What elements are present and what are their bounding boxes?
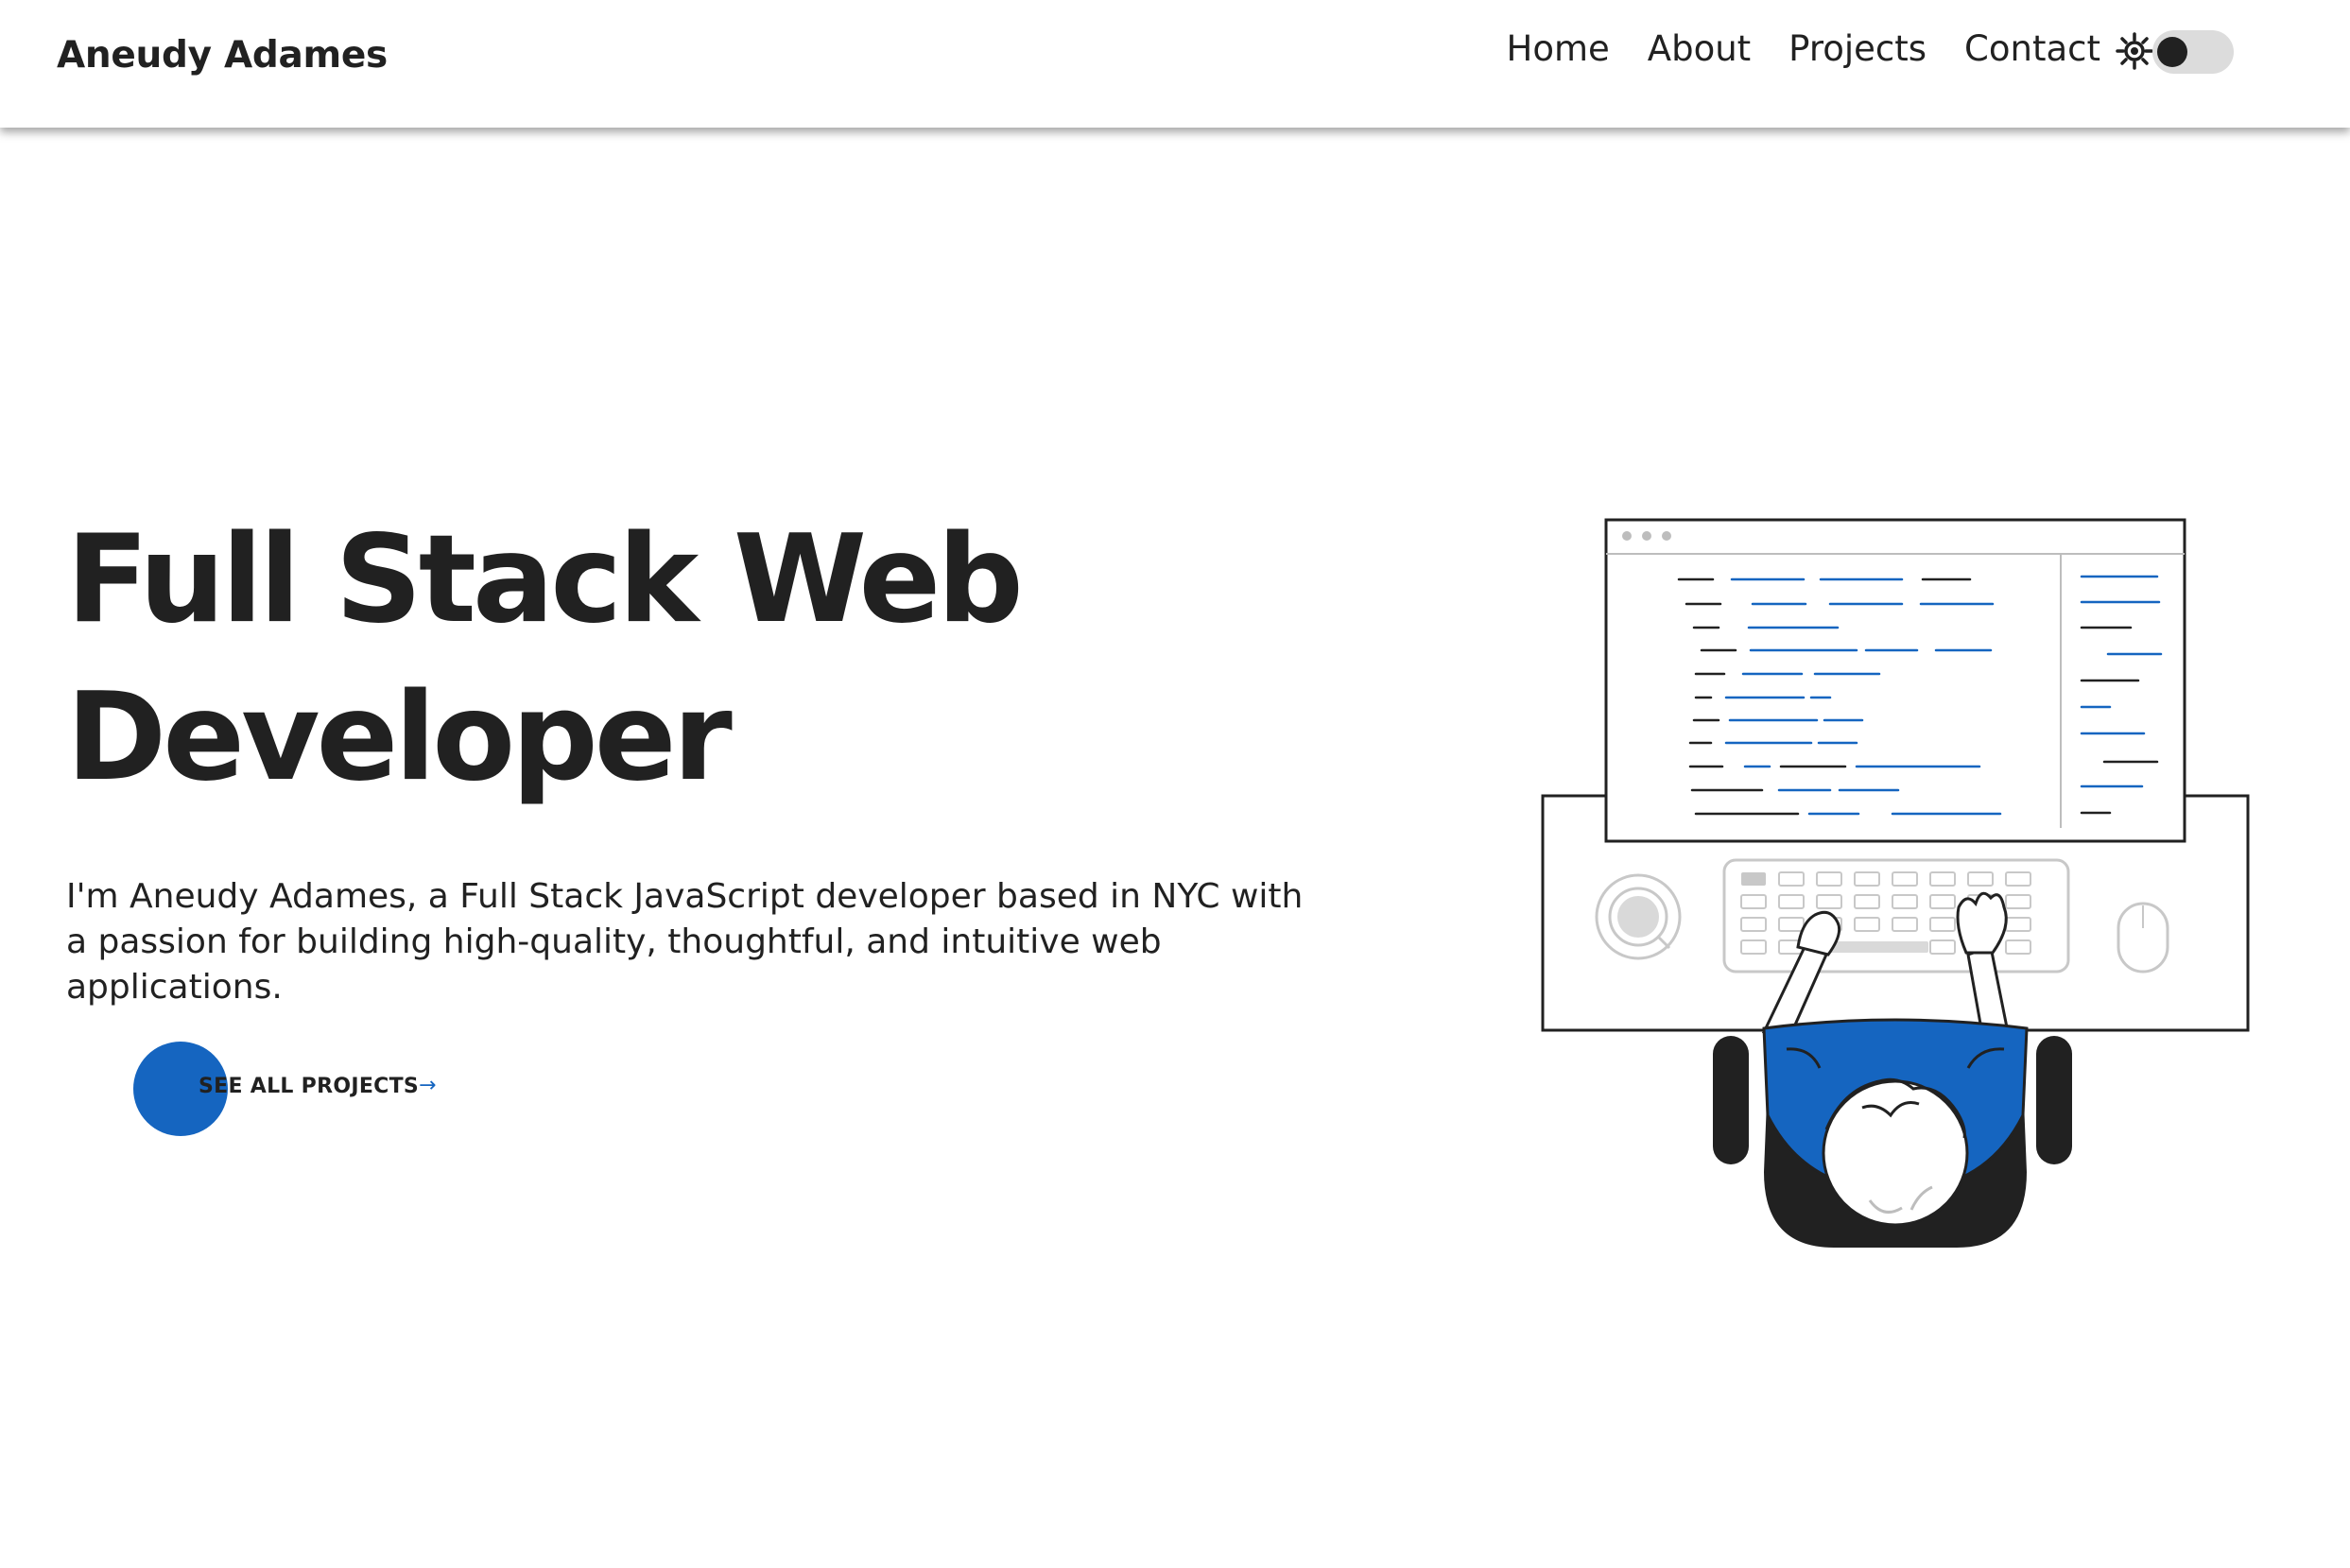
brand-logo[interactable]: Aneudy Adames [57, 34, 388, 77]
nav-link-about[interactable]: About [1648, 28, 1751, 69]
navbar: Aneudy Adames Home About Projects Contac… [0, 0, 2350, 128]
sun-icon [2116, 32, 2153, 70]
cta-label: SEE ALL PROJECTS [199, 1075, 420, 1098]
theme-toggle[interactable] [2152, 30, 2234, 74]
see-all-projects-button[interactable]: SEE ALL PROJECTS → [133, 1042, 455, 1136]
nav-link-projects[interactable]: Projects [1788, 28, 1927, 69]
arrow-right-icon: → [419, 1074, 437, 1097]
hero-description: I'm Aneudy Adames, a Full Stack JavaScri… [66, 877, 1304, 1007]
nav-link-home[interactable]: Home [1507, 28, 1610, 69]
developer-at-desk-illustration [1541, 518, 2250, 1248]
nav-link-contact[interactable]: Contact [1964, 28, 2100, 69]
hero-title: Full Stack Web Developer [66, 509, 1024, 808]
toggle-knob [2157, 37, 2187, 67]
nav-menu: Home About Projects Contact [1507, 28, 2101, 69]
